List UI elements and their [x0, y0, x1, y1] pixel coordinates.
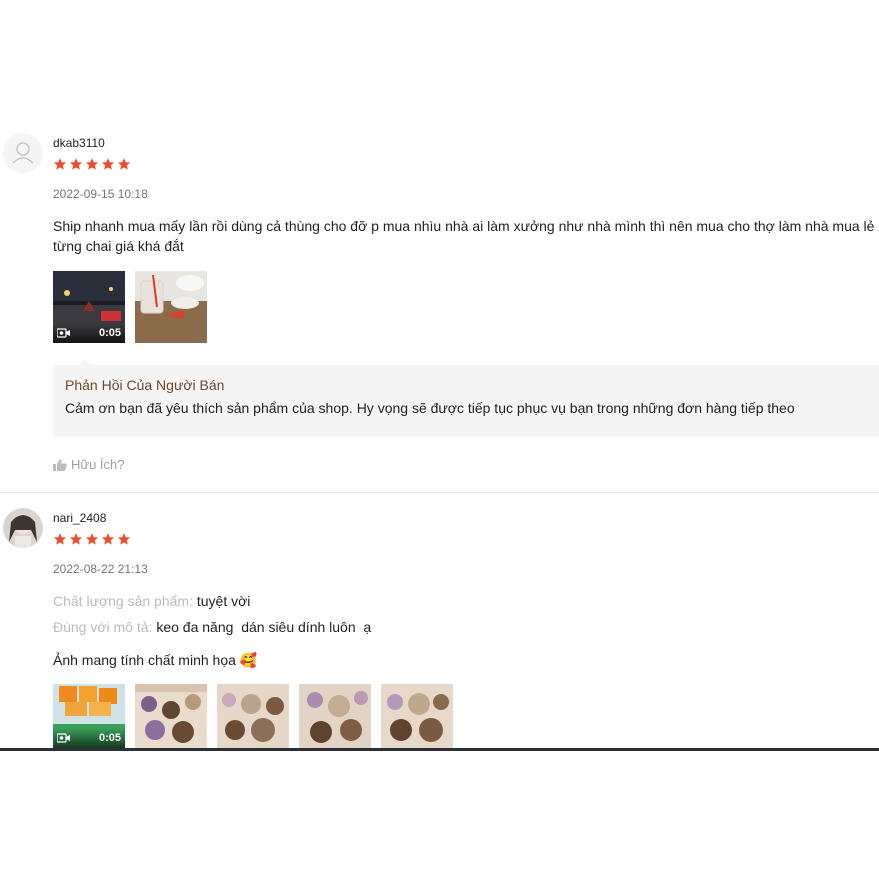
review-media: 0:05 [53, 684, 453, 748]
helpful-label: Hữu Ích? [71, 457, 125, 472]
review-image-thumbnail[interactable] [299, 684, 371, 748]
review-photo-image [135, 684, 207, 748]
review-photo-image [135, 271, 207, 343]
review-media: 0:05 [53, 271, 207, 343]
attribute-label: Chất lượng sản phẩm: [53, 593, 193, 609]
review-content: Ảnh mang tính chất minh họa 🥰 [53, 652, 258, 668]
video-overlay: 0:05 [53, 323, 125, 343]
video-duration: 0:05 [98, 327, 121, 339]
video-duration: 0:05 [98, 732, 121, 744]
star-rating [53, 532, 131, 546]
star-icon [53, 533, 67, 545]
video-overlay: 0:05 [53, 728, 125, 748]
star-icon [53, 158, 67, 170]
user-avatar[interactable] [3, 133, 43, 173]
review-content: Ship nhanh mua mấy lần rồi dùng cả thùng… [53, 218, 875, 254]
review-divider [0, 492, 879, 493]
review-timestamp: 2022-08-22 21:13 [53, 562, 148, 576]
video-camera-icon [57, 733, 70, 743]
review-attribute-description: Đúng với mô tả: keo đa năng dán siêu dín… [53, 619, 371, 635]
video-camera-icon [57, 328, 70, 338]
review-timestamp: 2022-09-15 10:18 [53, 187, 148, 201]
star-rating [53, 157, 131, 171]
review-image-thumbnail[interactable] [135, 684, 207, 748]
attribute-value: keo đa năng dán siêu dính luôn ạ [156, 619, 372, 635]
review-video-thumbnail[interactable]: 0:05 [53, 684, 125, 748]
user-avatar-image [3, 508, 43, 548]
star-icon [69, 533, 83, 545]
reply-caret [79, 359, 91, 365]
attribute-label: Đúng với mô tả: [53, 619, 153, 635]
review-username[interactable]: nari_2408 [53, 511, 106, 525]
star-icon [117, 158, 131, 170]
thumbs-up-icon [53, 458, 67, 471]
review-photo-image [381, 684, 453, 748]
bottom-divider-bar [0, 748, 879, 751]
star-icon [101, 158, 115, 170]
star-icon [101, 533, 115, 545]
attribute-value: tuyệt vời [196, 593, 251, 609]
seller-reply-title: Phản Hồi Của Người Bán [65, 377, 225, 393]
star-icon [85, 158, 99, 170]
review-username[interactable]: dkab3110 [53, 136, 105, 150]
review-image-thumbnail[interactable] [381, 684, 453, 748]
review-image-thumbnail[interactable] [217, 684, 289, 748]
seller-reply: Phản Hồi Của Người Bán Cảm ơn bạn đã yêu… [53, 359, 879, 437]
review-attribute-quality: Chất lượng sản phẩm: tuyệt vời [53, 593, 250, 609]
star-icon [117, 533, 131, 545]
product-reviews-page: dkab3110 2022-09-15 10:18 Ship nhanh mua… [0, 0, 879, 879]
star-icon [85, 533, 99, 545]
star-icon [69, 158, 83, 170]
seller-reply-text: Cảm ơn bạn đã yêu thích sản phẩm của sho… [65, 400, 795, 416]
review-video-thumbnail[interactable]: 0:05 [53, 271, 125, 343]
review-photo-image [299, 684, 371, 748]
review-photo-image [217, 684, 289, 748]
user-placeholder-icon [3, 133, 43, 173]
helpful-button[interactable]: Hữu Ích? [53, 457, 125, 472]
review-image-thumbnail[interactable] [135, 271, 207, 343]
user-avatar[interactable] [3, 508, 43, 548]
